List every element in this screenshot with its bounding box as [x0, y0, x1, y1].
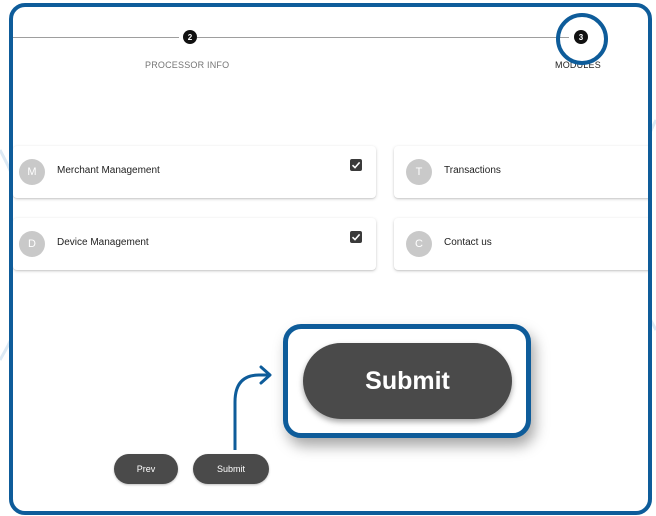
submit-zoom-callout: Submit — [283, 324, 531, 438]
prev-button[interactable]: Prev — [114, 454, 178, 484]
screenshot-frame: 2 PROCESSOR INFO 3 MODULES M Merchant Ma… — [9, 3, 652, 515]
submit-button[interactable]: Submit — [193, 454, 269, 484]
submit-button-zoomed[interactable]: Submit — [303, 343, 512, 419]
